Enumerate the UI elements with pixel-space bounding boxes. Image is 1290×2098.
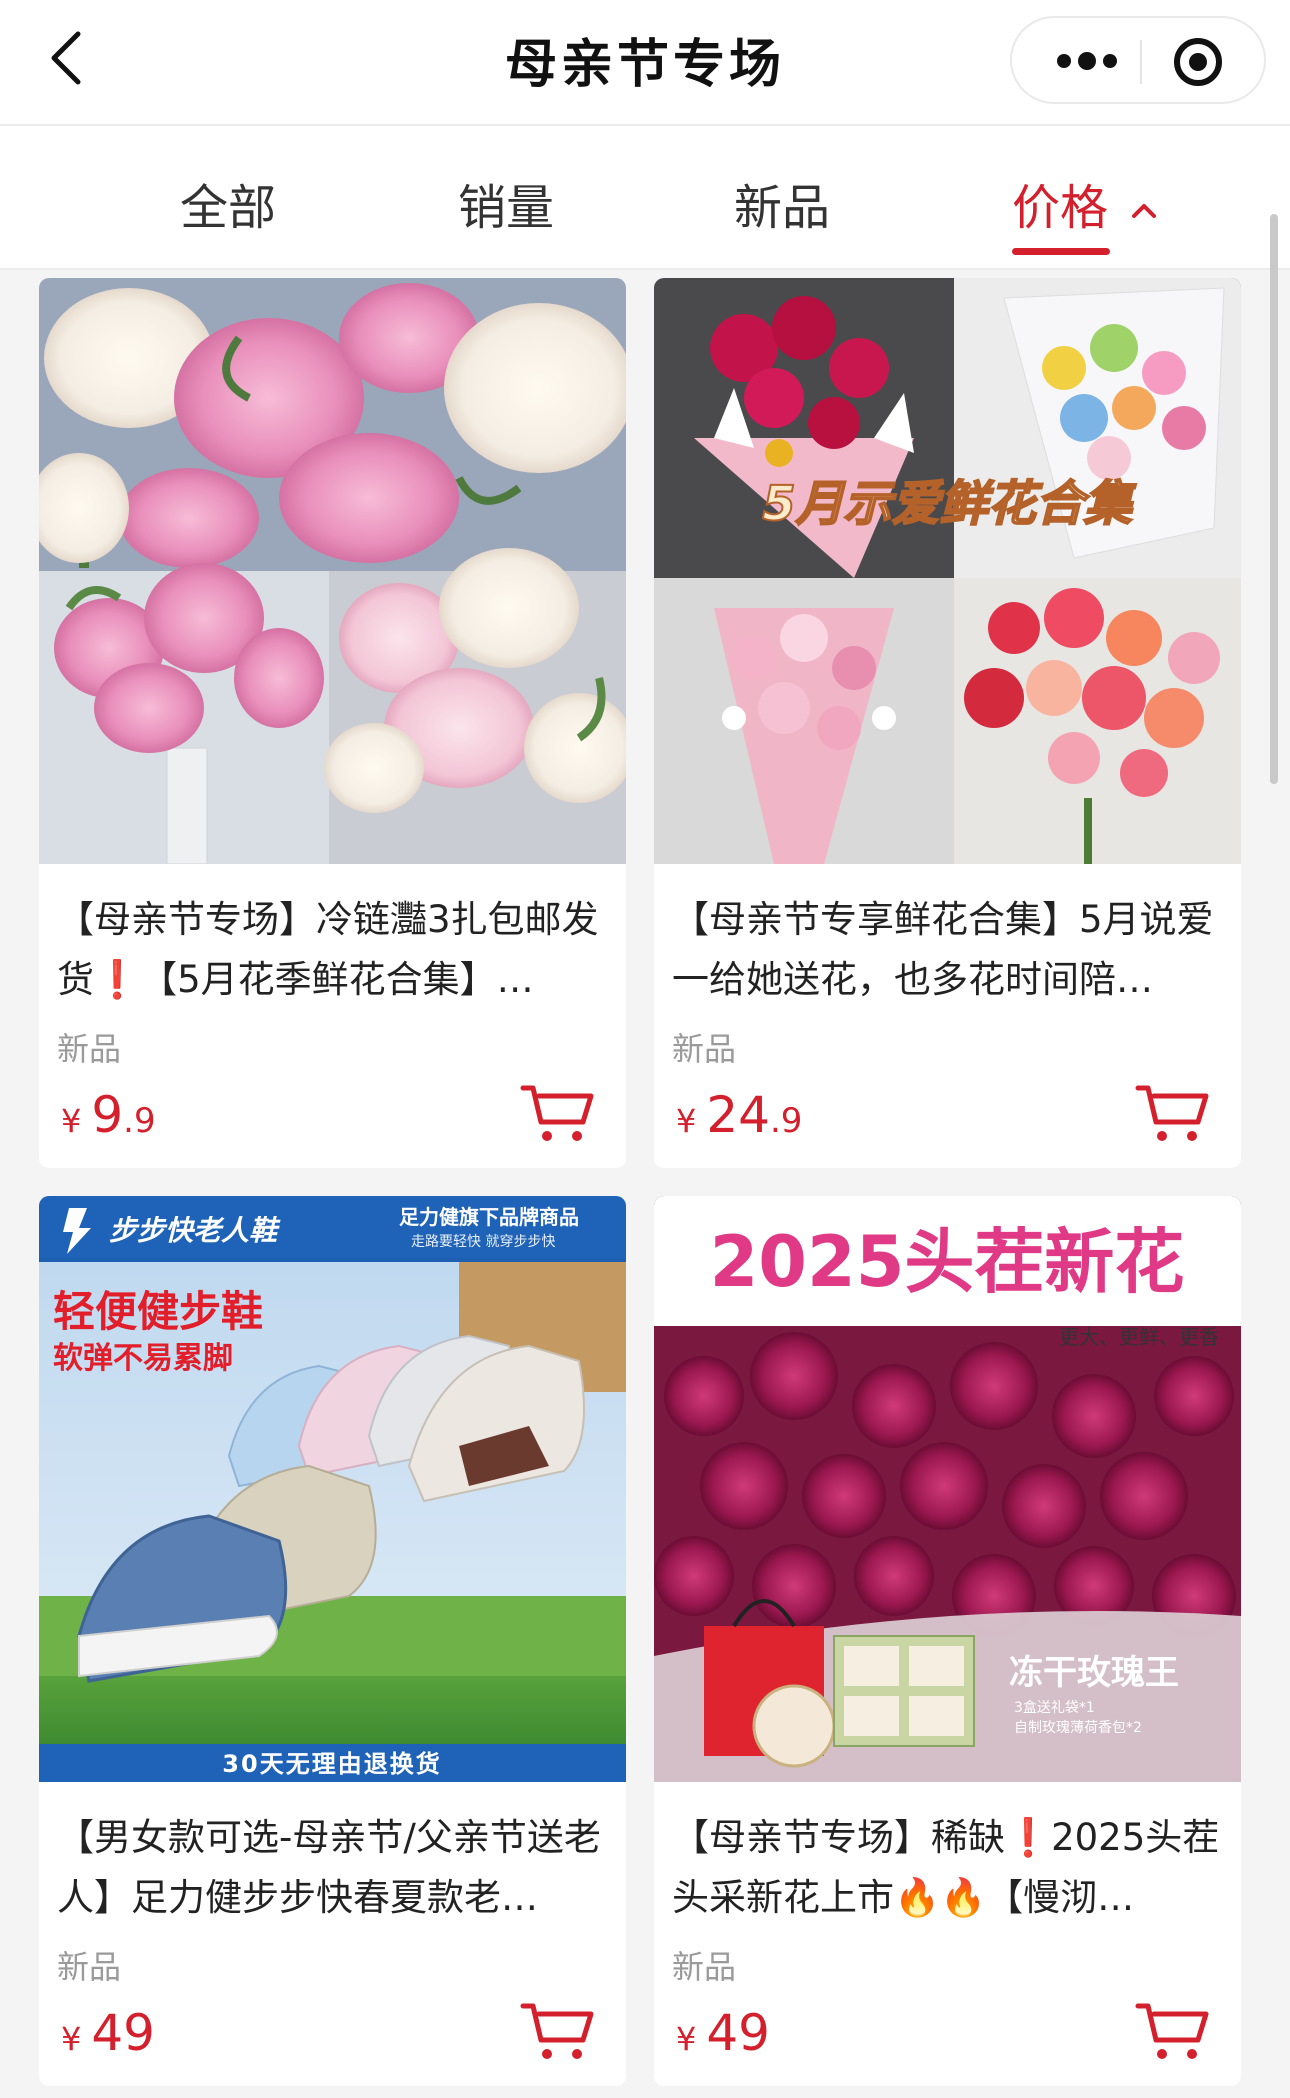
product-title: 【男女款可选-母亲节/父亲节送老人】足力健步步快春夏款老… (57, 1816, 601, 1919)
add-to-cart-icon[interactable] (1134, 1082, 1210, 1146)
more-icon[interactable] (1052, 44, 1122, 78)
nav-bar: 母亲节专场 (0, 0, 1290, 124)
product-price: ¥9.9 (61, 1086, 156, 1144)
product-image-sneakers: 步步快老人鞋 足力健旗下品牌商品 走路要轻快 就穿步步快 轻便健步鞋 软弹不易累… (39, 1196, 626, 1782)
product-title: 【母亲节专享鲜花合集】5月说爱一给她送花，也多花时间陪… (672, 898, 1214, 1001)
product-price: ¥49 (676, 2004, 770, 2062)
currency-symbol: ¥ (676, 2020, 697, 2058)
price-integer: 24 (706, 1086, 770, 1144)
tab-new[interactable]: 新品 (734, 168, 830, 238)
product-image-peonies (39, 278, 626, 864)
capsule-divider (1140, 40, 1142, 84)
sort-tabs: 全部 销量 新品 价格 (0, 124, 1290, 270)
product-image-dried-roses: 2025头茬新花 更大、更鲜、更香 冻干玫瑰王 3盒送礼袋*1 自制玫瑰薄荷香包… (654, 1196, 1241, 1782)
product-image-bouquets: 5月示爱鲜花合集 (654, 278, 1241, 864)
add-to-cart-icon[interactable] (519, 1082, 595, 1146)
image-gift-line-1: 3盒送礼袋*1 (1014, 1699, 1095, 1716)
product-title: 【母亲节专场】稀缺❗2025头茬头采新花上市🔥🔥【慢沏… (672, 1816, 1220, 1919)
tab-sales[interactable]: 销量 (458, 168, 554, 238)
price-decimal: .9 (123, 1101, 156, 1141)
store-name: 足力健旗下品牌商品 (399, 1205, 579, 1229)
price-integer: 49 (706, 2004, 770, 2062)
product-price: ¥24.9 (676, 1086, 802, 1144)
image-subline: 软弹不易累脚 (53, 1341, 233, 1376)
tab-price[interactable]: 价格 (1012, 168, 1159, 238)
add-to-cart-icon[interactable] (1134, 2000, 1210, 2064)
store-slogan: 走路要轻快 就穿步步快 (411, 1234, 555, 1250)
image-caption: 5月示爱鲜花合集 (762, 476, 1136, 532)
new-badge: 新品 (57, 1948, 122, 1986)
image-product-label: 冻干玫瑰王 (1009, 1653, 1179, 1693)
close-miniprogram-icon[interactable] (1172, 36, 1224, 88)
currency-symbol: ¥ (61, 2020, 82, 2058)
currency-symbol: ¥ (676, 1102, 697, 1140)
brand-name: 步步快老人鞋 (109, 1214, 281, 1247)
active-tab-indicator (1012, 248, 1110, 255)
image-headline: 2025头茬新花 (710, 1221, 1185, 1303)
product-card[interactable]: 步步快老人鞋 足力健旗下品牌商品 走路要轻快 就穿步步快 轻便健步鞋 软弹不易累… (39, 1196, 626, 2086)
new-badge: 新品 (672, 1948, 737, 1986)
image-gift-line-2: 自制玫瑰薄荷香包*2 (1014, 1720, 1142, 1736)
product-card[interactable]: 2025头茬新花 更大、更鲜、更香 冻干玫瑰王 3盒送礼袋*1 自制玫瑰薄荷香包… (654, 1196, 1241, 2086)
price-decimal: .9 (769, 1101, 803, 1141)
tab-price-label: 价格 (1012, 180, 1109, 236)
product-card[interactable]: 5月示爱鲜花合集 【母亲节专享鲜花合集】5月说爱一给她送花，也多花时间陪… 新品… (654, 278, 1241, 1168)
return-policy-text: 30天无理由退换货 (222, 1750, 441, 1778)
scrollbar[interactable] (1270, 214, 1278, 784)
image-subtitle: 更大、更鲜、更香 (1059, 1325, 1219, 1349)
tab-all[interactable]: 全部 (180, 168, 276, 238)
currency-symbol: ¥ (61, 1102, 82, 1140)
product-card[interactable]: 【母亲节专场】冷链灩3扎包邮发货❗【5月花季鲜花合集】… 新品 ¥9.9 (39, 278, 626, 1168)
product-price: ¥49 (61, 2004, 155, 2062)
price-integer: 49 (91, 2004, 155, 2062)
image-headline: 轻便健步鞋 (53, 1287, 263, 1336)
add-to-cart-icon[interactable] (519, 2000, 595, 2064)
price-integer: 9 (91, 1086, 124, 1144)
new-badge: 新品 (672, 1030, 737, 1068)
mini-program-capsule (1010, 16, 1266, 104)
product-title: 【母亲节专场】冷链灩3扎包邮发货❗【5月花季鲜花合集】… (57, 898, 599, 1001)
sort-ascending-icon (1132, 204, 1157, 218)
new-badge: 新品 (57, 1030, 122, 1068)
